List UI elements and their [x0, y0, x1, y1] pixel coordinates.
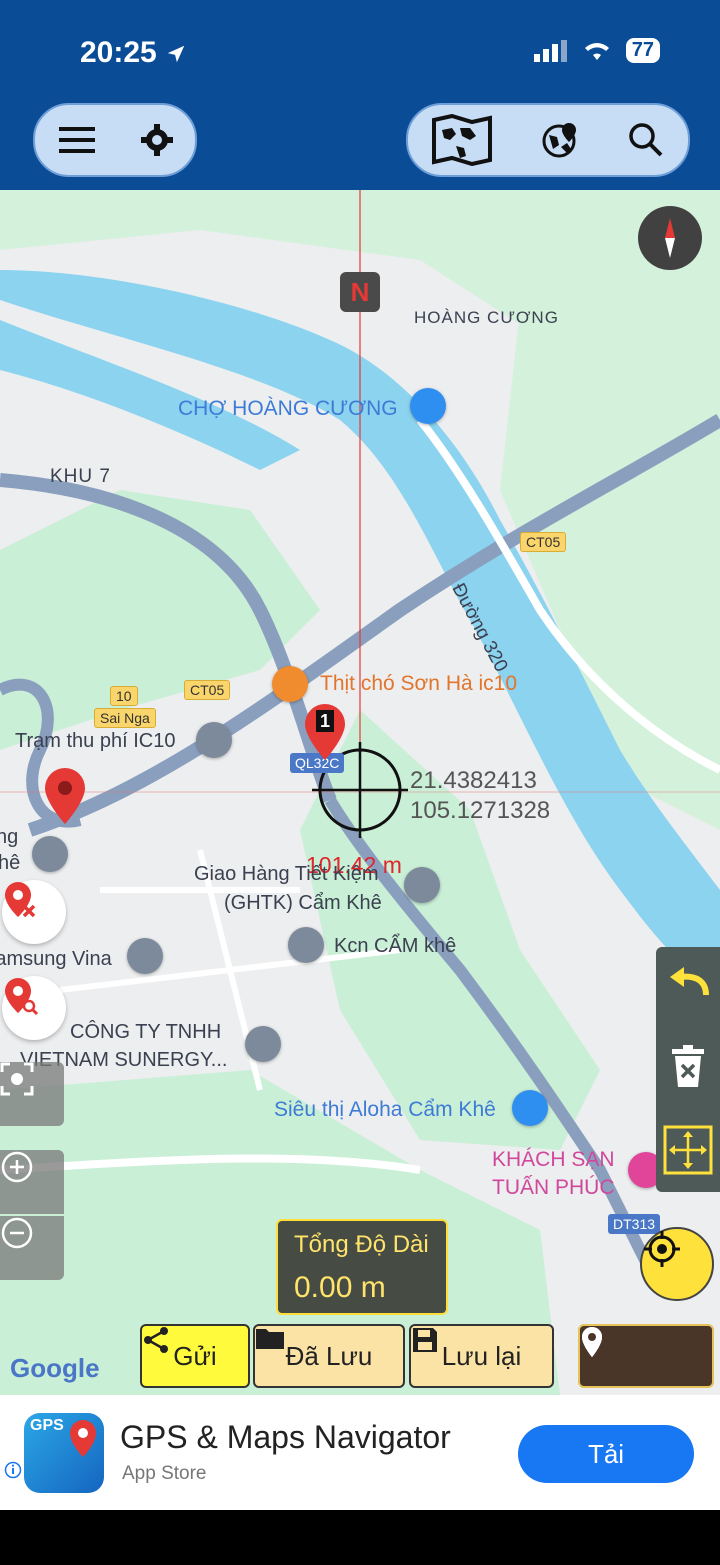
share-icon — [144, 1327, 168, 1353]
location-pin-icon[interactable] — [42, 766, 88, 826]
world-map-icon[interactable] — [432, 114, 493, 166]
zoom-out-button[interactable] — [0, 1216, 64, 1280]
status-icons: 77 — [533, 38, 660, 63]
zoom-out-icon — [1, 1217, 33, 1249]
poi-label-samsung[interactable]: Samsung Vina — [0, 948, 112, 971]
floppy-disk-icon — [413, 1328, 437, 1352]
ad-banner[interactable]: GPS GPS & Maps Navigator App Store Tải — [0, 1395, 720, 1510]
save-button[interactable]: Lưu lại — [409, 1324, 554, 1388]
signal-icon — [533, 39, 567, 62]
area-label-khu7: KHU 7 — [50, 466, 111, 487]
send-button[interactable]: Gửi — [140, 1324, 250, 1388]
pin-remove-icon — [5, 882, 36, 918]
poi-label-cong-ty[interactable]: CÔNG TY TNHH — [70, 1021, 221, 1044]
industrial-icon[interactable] — [288, 927, 324, 963]
location-arrow-icon — [167, 45, 185, 63]
saved-button[interactable]: Đã Lưu — [253, 1324, 405, 1388]
trash-icon[interactable] — [670, 1045, 706, 1089]
poi-label-tram-thu-phi[interactable]: Trạm thu phí IC10 — [15, 730, 175, 753]
poi-pin-icon[interactable] — [196, 722, 232, 758]
remove-pin-button[interactable] — [2, 880, 66, 944]
undo-icon[interactable] — [662, 963, 714, 1003]
shopping-cart-icon[interactable] — [410, 388, 446, 424]
pins-button[interactable] — [578, 1324, 714, 1388]
longitude-value: 105.1271328 — [410, 797, 551, 824]
crosshair-location-icon — [644, 1231, 680, 1267]
focus-frame-icon — [0, 1062, 34, 1096]
google-logo: Google — [10, 1353, 100, 1383]
gear-icon[interactable] — [140, 123, 174, 157]
my-location-button[interactable] — [640, 1227, 714, 1301]
restaurant-icon[interactable] — [272, 666, 308, 702]
info-icon[interactable] — [4, 1461, 22, 1479]
app-icon: GPS — [24, 1413, 104, 1493]
shopping-cart-icon[interactable] — [512, 1090, 548, 1126]
fit-view-button[interactable] — [0, 1062, 64, 1126]
pin-icon — [582, 1327, 602, 1357]
compass-button[interactable] — [638, 206, 702, 270]
ad-subtitle: App Store — [122, 1463, 207, 1484]
coordinate-readout: 21.4382413 105.1271328 — [410, 766, 550, 826]
total-length-value: 0.00 m — [294, 1271, 386, 1304]
send-label: Gửi — [173, 1340, 217, 1371]
poi-label-giao-hang[interactable]: Giao Hàng Tiết Kiệm — [194, 863, 379, 886]
globe-pin-icon[interactable] — [541, 121, 579, 159]
total-length-title: Tổng Độ Dài — [294, 1231, 429, 1258]
area-label-hoang-cuong: HOÀNG CƯƠNG — [414, 308, 559, 327]
ad-title: GPS & Maps Navigator — [120, 1419, 451, 1455]
pin-search-icon — [5, 978, 38, 1016]
zoom-in-button[interactable] — [0, 1150, 64, 1214]
poi-label-cut-1: ng — [0, 826, 19, 848]
menu-icon[interactable] — [57, 124, 97, 156]
compass-needle-icon — [665, 218, 675, 258]
right-toolbar-pill — [406, 103, 690, 177]
search-icon[interactable] — [628, 122, 664, 158]
poi-pin-icon[interactable] — [127, 938, 163, 974]
poi-label-thit-cho[interactable]: Thịt chó Sơn Hà ic10 — [320, 672, 517, 696]
north-marker: N — [340, 272, 380, 312]
poi-label-sieu-thi[interactable]: Siêu thị Aloha Cẩm Khê — [274, 1098, 496, 1122]
poi-label-cho-hoang-cuong[interactable]: CHỢ HOÀNG CƯƠNG — [178, 397, 398, 421]
poi-label-kcn[interactable]: Kcn CẨM khê — [334, 935, 456, 958]
waypoint-number: 1 — [316, 710, 334, 732]
poi-label-tuan-phuc[interactable]: TUẤN PHÚC — [492, 1176, 615, 1200]
download-button[interactable]: Tải — [518, 1425, 694, 1483]
poi-label-ghtk[interactable]: (GHTK) Cẩm Khê — [224, 892, 382, 915]
road-badge-ct05: CT05 — [520, 532, 567, 552]
status-time: 20:25 — [80, 36, 187, 70]
road-label-sai-nga: Sai Nga — [94, 708, 156, 728]
folder-icon — [256, 1329, 284, 1349]
left-toolbar-pill — [33, 103, 197, 177]
poi-pin-icon[interactable] — [404, 867, 440, 903]
save-label: Lưu lại — [441, 1340, 522, 1371]
expand-arrows-icon[interactable] — [663, 1125, 713, 1175]
saved-label: Đã Lưu — [285, 1340, 373, 1371]
search-pin-button[interactable] — [2, 976, 66, 1040]
road-badge-ct05: CT05 — [184, 680, 231, 700]
bottom-area — [0, 1510, 720, 1565]
road-badge-10: 10 — [110, 686, 138, 706]
total-length-panel: Tổng Độ Dài 0.00 m — [276, 1219, 448, 1315]
battery-level: 77 — [625, 38, 660, 63]
poi-label-khach-san[interactable]: KHÁCH SẠN — [492, 1148, 615, 1172]
latitude-value: 21.4382413 — [410, 767, 537, 794]
app-icon-text: GPS — [30, 1417, 64, 1434]
measure-tools-panel — [656, 947, 720, 1192]
top-bar: 20:25 77 — [0, 0, 720, 190]
zoom-in-icon — [1, 1151, 33, 1183]
wifi-icon — [584, 42, 609, 60]
poi-label-cut-2: hê — [0, 852, 21, 874]
poi-pin-icon[interactable] — [32, 836, 68, 872]
map-view[interactable]: N HOÀNG CƯƠNG CHỢ HOÀNG CƯƠNG KHU 7 Đườn… — [0, 190, 720, 1395]
poi-pin-icon[interactable] — [245, 1026, 281, 1062]
map-pin-icon — [70, 1420, 96, 1457]
